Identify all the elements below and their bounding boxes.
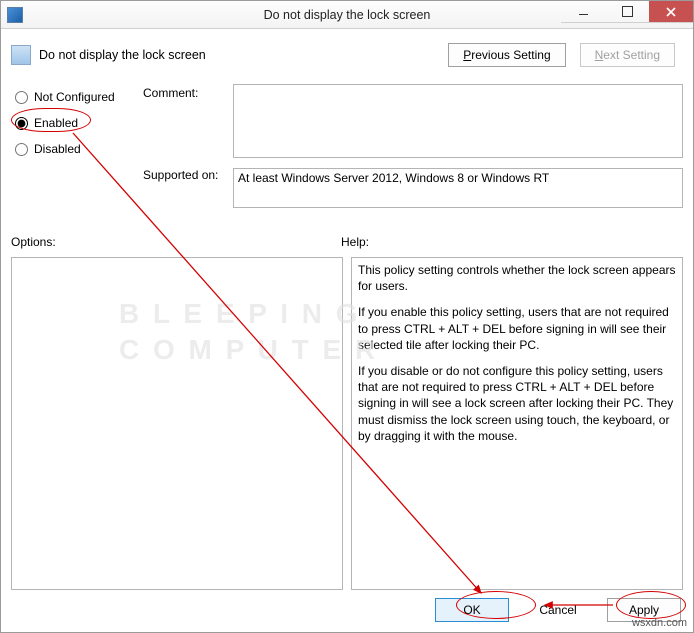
options-label: Options: — [11, 235, 341, 249]
window-controls — [561, 1, 693, 23]
radio-enabled-input[interactable] — [15, 117, 28, 130]
help-paragraph: If you disable or do not configure this … — [358, 363, 676, 444]
cancel-button[interactable]: Cancel — [521, 599, 595, 621]
radio-disabled[interactable]: Disabled — [15, 136, 140, 162]
dialog-window: Do not display the lock screen Do not di… — [0, 0, 694, 633]
source-watermark: wsxdn.com — [632, 617, 687, 629]
radio-disabled-input[interactable] — [15, 143, 28, 156]
nav-buttons: Previous Setting Next Setting — [448, 43, 675, 67]
pane-labels: Options: Help: — [11, 235, 683, 249]
options-pane[interactable] — [11, 257, 343, 590]
minimize-button[interactable] — [561, 1, 605, 23]
policy-icon — [11, 45, 31, 65]
help-paragraph: This policy setting controls whether the… — [358, 262, 676, 294]
supported-on-label: Supported on: — [143, 168, 233, 182]
comment-label: Comment: — [143, 86, 228, 100]
next-setting-button: Next Setting — [580, 43, 675, 67]
radio-not-configured-input[interactable] — [15, 91, 28, 104]
radio-disabled-label: Disabled — [34, 142, 81, 156]
radio-enabled-label: Enabled — [34, 116, 78, 130]
close-button[interactable] — [649, 1, 693, 23]
maximize-button[interactable] — [605, 1, 649, 23]
radio-enabled[interactable]: Enabled — [15, 110, 140, 136]
close-icon — [666, 7, 676, 17]
config-area: Not Configured Enabled Disabled Comment:… — [11, 84, 683, 224]
supported-on-box: At least Windows Server 2012, Windows 8 … — [233, 168, 683, 208]
radio-not-configured[interactable]: Not Configured — [15, 84, 140, 110]
comment-textarea[interactable] — [233, 84, 683, 158]
policy-title: Do not display the lock screen — [39, 48, 206, 62]
comment-box — [233, 84, 683, 158]
title-bar: Do not display the lock screen — [1, 1, 693, 29]
previous-setting-button[interactable]: Previous Setting — [448, 43, 565, 67]
panes: This policy setting controls whether the… — [11, 257, 683, 590]
help-paragraph: If you enable this policy setting, users… — [358, 304, 676, 353]
app-icon — [7, 7, 23, 23]
help-label: Help: — [341, 235, 369, 249]
help-pane[interactable]: This policy setting controls whether the… — [351, 257, 683, 590]
state-radio-group: Not Configured Enabled Disabled — [15, 84, 140, 162]
supported-on-text: At least Windows Server 2012, Windows 8 … — [233, 168, 683, 208]
client-area: Do not display the lock screen Previous … — [1, 29, 693, 632]
radio-not-configured-label: Not Configured — [34, 90, 115, 104]
ok-button[interactable]: OK — [435, 598, 509, 622]
